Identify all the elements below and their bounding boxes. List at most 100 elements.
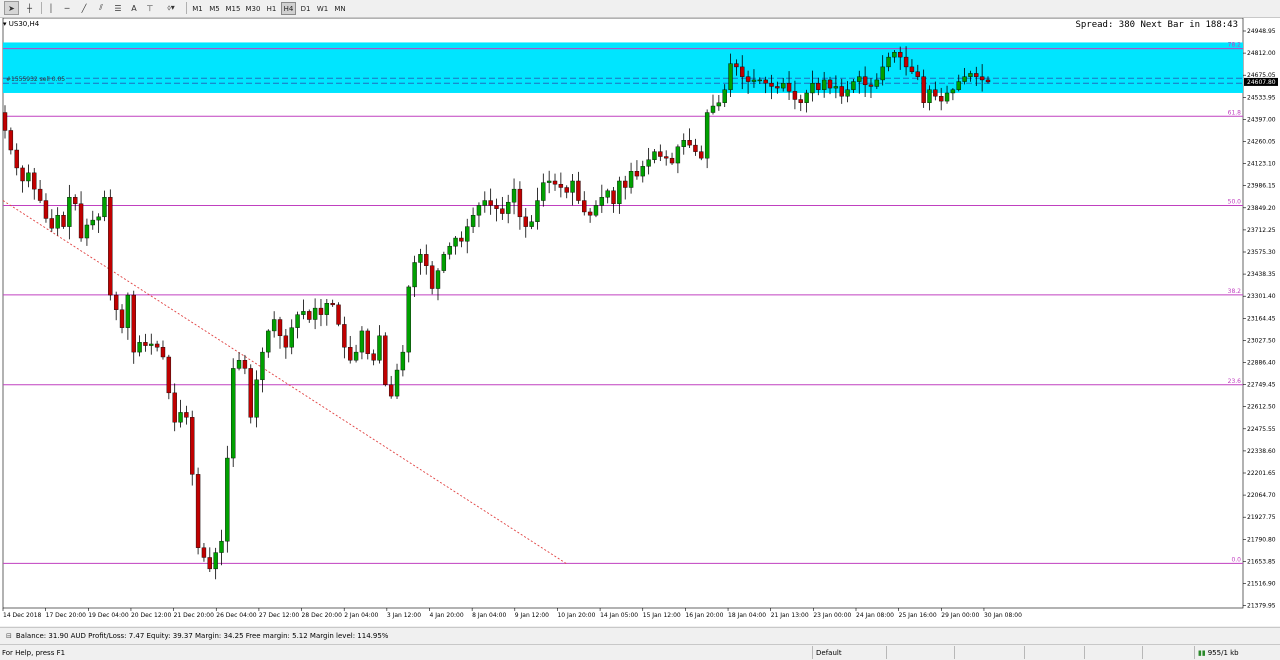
fib-label: 50.0	[1228, 199, 1242, 206]
text-icon[interactable]: A	[128, 1, 140, 15]
candle	[318, 307, 324, 315]
plot-area	[2, 18, 1244, 609]
candle	[312, 307, 318, 320]
timeframe-h1[interactable]: H1	[264, 2, 279, 15]
candle	[903, 56, 909, 68]
candle	[400, 351, 406, 371]
fibonacci-icon[interactable]: ☰	[111, 1, 125, 15]
trendline-icon[interactable]: ╱	[77, 1, 91, 15]
candle	[985, 79, 991, 83]
candle	[862, 76, 868, 86]
timeframe-w1[interactable]: W1	[315, 2, 330, 15]
candle	[740, 66, 745, 77]
candle	[207, 557, 212, 570]
time-axis-label: 3 Jan 12:00	[387, 612, 421, 619]
candle	[213, 552, 218, 570]
timeframe-d1[interactable]: D1	[298, 2, 313, 15]
candle	[868, 84, 874, 87]
time-axis-label: 20 Dec 12:00	[131, 612, 172, 619]
candle	[266, 330, 271, 353]
chart-title: ▾ US30,H4	[3, 20, 40, 28]
candle	[108, 197, 113, 296]
candle	[154, 343, 160, 348]
candle	[523, 216, 528, 227]
resistance-zone[interactable]	[3, 42, 1243, 93]
candle	[687, 140, 692, 146]
candle	[681, 140, 686, 147]
candle	[26, 172, 31, 182]
candle	[388, 384, 394, 397]
timeframe-m1[interactable]: M1	[190, 2, 205, 15]
chart-window[interactable]: 78.2 61.8 50.0 38.2 23.6 0.0 24948.95 24812.00 2…	[0, 18, 1280, 626]
time-axis-label: 8 Jan 04:00	[472, 612, 506, 619]
candle	[675, 146, 681, 164]
candle	[839, 86, 844, 97]
candle	[792, 91, 798, 100]
timeframe-m30[interactable]: M30	[244, 2, 262, 15]
candle	[336, 304, 341, 325]
price-axis-label: 23849.20	[1247, 205, 1276, 212]
candle	[418, 254, 423, 263]
candle	[406, 286, 411, 353]
time-axis-label: 29 Jan 00:00	[941, 612, 979, 619]
candle	[441, 254, 447, 271]
candle	[974, 73, 979, 77]
price-axis-label: 23301.40	[1247, 293, 1276, 300]
price-axis-label: 23438.35	[1247, 271, 1276, 278]
time-axis-label: 4 Jan 20:00	[430, 612, 464, 619]
candle	[810, 82, 815, 94]
profile-name: Default	[816, 648, 842, 657]
candle	[699, 151, 704, 159]
candle	[851, 81, 856, 90]
vertical-line-icon[interactable]: │	[45, 1, 57, 15]
time-axis-label: 15 Jan 12:00	[643, 612, 681, 619]
time-axis-label: 28 Dec 20:00	[302, 612, 343, 619]
shapes-icon[interactable]: ⬨▾	[161, 1, 181, 15]
candle	[190, 417, 195, 475]
candle	[564, 187, 569, 193]
time-axis-label: 21 Dec 20:00	[174, 612, 215, 619]
time-axis-label: 10 Jan 20:00	[557, 612, 595, 619]
timeframe-m5[interactable]: M5	[207, 2, 222, 15]
candle	[710, 105, 716, 113]
cursor-icon[interactable]: ➤	[4, 1, 19, 15]
candle	[827, 79, 833, 89]
price-axis-label: 22475.55	[1247, 426, 1276, 433]
chart-toolbar: ➤ ┼ │ ─ ╱ ⫽ ☰ A ⊤ ⬨▾ M1 M5 M15 M30 H1 H4 D1 W1 M…	[0, 0, 1280, 18]
trade-label[interactable]: #1555932 sell 0.05	[6, 76, 65, 83]
candle	[242, 360, 248, 369]
connection-icon: ▮▮	[1198, 648, 1206, 657]
candle	[798, 99, 803, 103]
candle	[716, 102, 722, 107]
candle	[938, 96, 944, 102]
candle	[447, 245, 452, 255]
price-axis-label: 22201.65	[1247, 470, 1276, 477]
candle	[599, 197, 605, 206]
crosshair-icon[interactable]: ┼	[22, 1, 37, 15]
channel-icon[interactable]: ⫽	[94, 1, 108, 15]
candle	[816, 82, 821, 90]
timeframe-h4[interactable]: H4	[281, 2, 296, 15]
text-label-icon[interactable]: ⊤	[143, 1, 157, 15]
candle	[921, 76, 926, 103]
timeframe-m15[interactable]: M15	[224, 2, 242, 15]
horizontal-line-icon[interactable]: ─	[60, 1, 74, 15]
price-axis-label: 21927.75	[1247, 514, 1276, 521]
price-axis-label: 22338.60	[1247, 448, 1276, 455]
candle	[880, 66, 885, 81]
time-axis-label: 21 Jan 13:00	[771, 612, 809, 619]
candle	[751, 79, 757, 82]
candle	[628, 171, 634, 188]
candle	[348, 347, 353, 361]
time-axis-label: 14 Jan 05:00	[600, 612, 638, 619]
timeframe-mn[interactable]: MN	[332, 2, 348, 15]
candle	[745, 76, 751, 82]
candle	[874, 79, 880, 87]
candle	[254, 379, 259, 418]
price-chart[interactable]: 78.2 61.8 50.0 38.2 23.6 0.0 24948.95 24812.00 2…	[0, 18, 1280, 626]
candle	[535, 200, 540, 222]
candle	[623, 180, 628, 188]
candle	[757, 79, 763, 82]
price-axis-label: 23712.25	[1247, 227, 1276, 234]
candle	[49, 218, 55, 229]
